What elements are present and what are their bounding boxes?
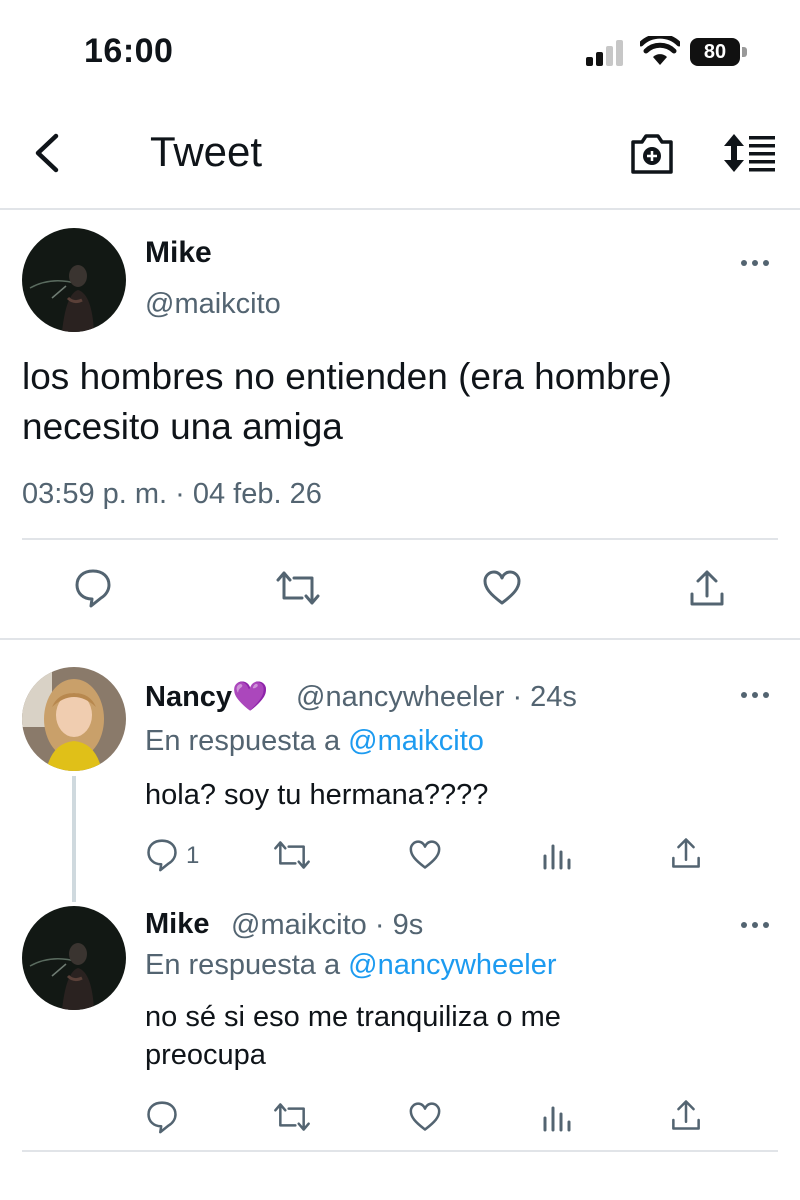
reply-icon[interactable]	[146, 1100, 178, 1134]
share-icon[interactable]	[670, 1098, 702, 1132]
main-tweet: Mike @maikcito los hombres no entienden …	[0, 212, 800, 640]
divider	[22, 1150, 778, 1152]
tweet-timestamp: 03:59 p. m. · 04 feb. 26	[22, 478, 322, 510]
author-name[interactable]: Mike	[145, 236, 212, 270]
divider	[22, 538, 778, 540]
replying-to-link[interactable]: @maikcito	[348, 725, 484, 757]
tweet-text: los hombres no entienden (era hombre) ne…	[22, 352, 792, 452]
page-title: Tweet	[150, 128, 263, 175]
signal-icon	[586, 40, 623, 66]
author-handle[interactable]: @maikcito	[145, 288, 281, 321]
reply-handle-time: @maikcito · 9s	[231, 909, 424, 941]
retweet-icon[interactable]	[274, 570, 322, 606]
purple-heart-emoji: 💜	[232, 681, 269, 713]
reply-text: hola? soy tu hermana????	[145, 776, 488, 814]
like-icon[interactable]	[408, 1102, 442, 1132]
tweet-text-line: los hombres no entienden (era hombre)	[22, 356, 672, 397]
replying-to-link[interactable]: @nancywheeler	[348, 949, 556, 981]
wifi-icon	[640, 36, 680, 65]
more-options-icon[interactable]	[740, 258, 770, 268]
reply-text: no sé si eso me tranquiliza o me preocup…	[145, 998, 561, 1074]
battery-level: 80	[690, 38, 740, 66]
reply-handle-time: @nancywheeler · 24s	[296, 681, 577, 713]
battery-icon: 80	[690, 38, 748, 66]
retweet-icon[interactable]	[272, 1102, 312, 1132]
reply-icon[interactable]	[146, 838, 178, 872]
like-icon[interactable]	[482, 570, 522, 606]
status-bar: 16:00 80	[0, 0, 800, 100]
reply-author-name[interactable]: Nancy💜	[145, 680, 268, 714]
retweet-icon[interactable]	[272, 840, 312, 870]
more-options-icon[interactable]	[740, 920, 770, 930]
views-icon[interactable]	[542, 1102, 572, 1132]
replying-to: En respuesta a @maikcito	[145, 725, 484, 757]
sort-replies-icon[interactable]	[722, 132, 778, 174]
reply-text-line: preocupa	[145, 1039, 266, 1071]
avatar[interactable]	[22, 228, 126, 332]
like-icon[interactable]	[408, 840, 442, 870]
avatar[interactable]	[22, 906, 126, 1010]
thread-line	[72, 776, 76, 902]
replying-to: En respuesta a @nancywheeler	[145, 949, 557, 981]
share-icon[interactable]	[688, 568, 726, 608]
reply-text-line: no sé si eso me tranquiliza o me	[145, 1001, 561, 1033]
avatar[interactable]	[22, 667, 126, 771]
top-navigation-bar: Tweet	[0, 100, 800, 210]
reply-text-line: hola? soy tu hermana????	[145, 779, 489, 811]
reply-icon[interactable]	[74, 568, 112, 608]
camera-plus-icon[interactable]	[628, 130, 676, 176]
views-icon[interactable]	[542, 840, 572, 870]
reply-count: 1	[186, 842, 200, 869]
back-arrow-icon[interactable]	[30, 130, 66, 176]
status-time: 16:00	[84, 32, 174, 70]
more-options-icon[interactable]	[740, 690, 770, 700]
reply-author-name[interactable]: Mike	[145, 908, 209, 941]
tweet-text-line: necesito una amiga	[22, 406, 343, 447]
share-icon[interactable]	[670, 836, 702, 870]
